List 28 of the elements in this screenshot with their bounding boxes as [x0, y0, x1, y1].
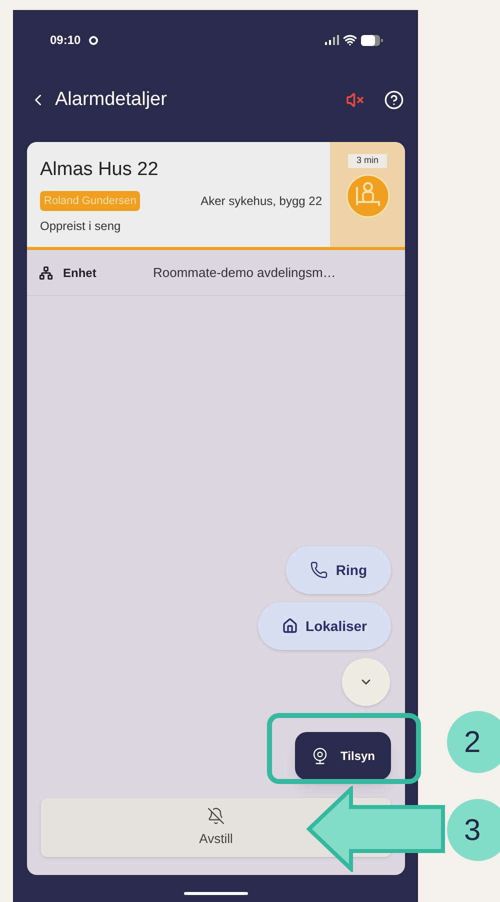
status-time: 09:10 [50, 32, 81, 49]
callout-number: 2 [447, 711, 500, 773]
elapsed-time: 3 min [348, 154, 386, 168]
device-icon [39, 266, 53, 280]
page-title: Alarmdetaljer [55, 88, 167, 112]
callout-number: 3 [447, 799, 500, 861]
home-indicator [184, 892, 248, 895]
resident-tag: Roland Gundersen [40, 190, 140, 211]
call-button[interactable]: Ring [286, 546, 391, 594]
house-icon [282, 618, 298, 634]
locate-button[interactable]: Lokaliser [258, 602, 391, 650]
supervise-button[interactable]: Tilsyn [294, 732, 391, 780]
person-in-bed-icon [346, 174, 390, 218]
signal-icon [325, 35, 339, 45]
help-button[interactable] [384, 90, 404, 110]
event-text: Oppreist i seng [40, 218, 122, 235]
camera-icon [310, 747, 329, 765]
phone-icon [310, 561, 328, 579]
battery-icon [361, 34, 383, 46]
bell-off-icon [207, 806, 225, 825]
detail-label: Enhet [63, 264, 98, 282]
location-text: Aker sykehus, bygg 22 [200, 192, 322, 210]
room-name: Almas Hus 22 [40, 158, 160, 182]
mute-button[interactable] [346, 91, 364, 109]
detail-value: Roommate-demo avdelingsm… [153, 264, 336, 282]
mute-icon [346, 91, 364, 109]
wifi-icon [343, 33, 357, 47]
help-icon [384, 90, 404, 110]
